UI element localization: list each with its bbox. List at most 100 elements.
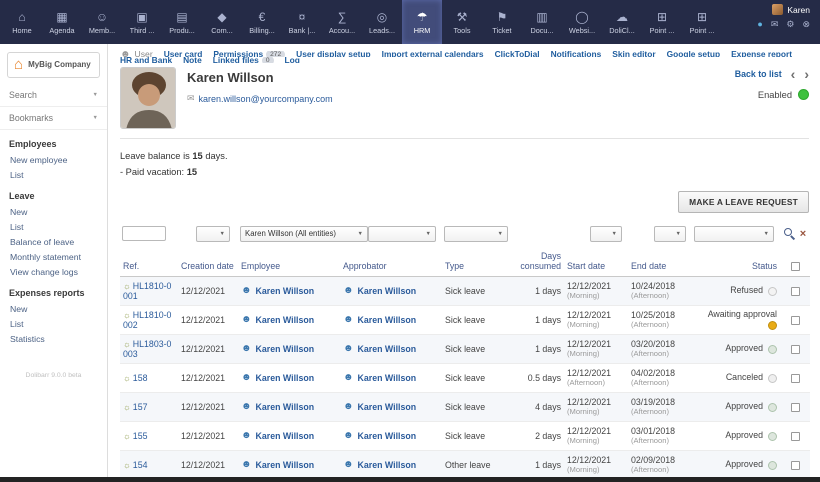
employee-link[interactable]: ☻Karen Willson: [241, 401, 314, 412]
sidebar-item-monthly-statement[interactable]: Monthly statement: [0, 249, 107, 264]
row-checkbox[interactable]: [791, 403, 800, 412]
approbator-link[interactable]: ☻Karen Willson: [343, 430, 416, 441]
employee-link[interactable]: ☻Karen Willson: [241, 343, 314, 354]
filter-row: Karen Willson (All entities) ×: [120, 222, 810, 246]
row-checkbox[interactable]: [791, 374, 800, 383]
col-start-date[interactable]: Start date: [564, 246, 628, 277]
sidebar-item-leave-new[interactable]: New: [0, 204, 107, 219]
message-icon[interactable]: ✉: [771, 19, 779, 30]
employee-link[interactable]: ☻Karen Willson: [241, 372, 314, 383]
sidebar-item-balance-of-leave[interactable]: Balance of leave: [0, 234, 107, 249]
menu-documents[interactable]: ▥Docu...: [522, 0, 562, 44]
col-status[interactable]: Status: [692, 246, 780, 277]
bank-icon: ¤: [299, 11, 306, 24]
employee-link[interactable]: ☻Karen Willson: [241, 285, 314, 296]
menu-agenda[interactable]: ▦Agenda: [42, 0, 82, 44]
logout-icon[interactable]: ⊗: [802, 19, 810, 30]
col-approbator[interactable]: Approbator: [340, 246, 442, 277]
row-checkbox[interactable]: [791, 345, 800, 354]
search-icon[interactable]: [784, 228, 795, 239]
col-ref[interactable]: Ref.: [120, 246, 178, 277]
company-logo[interactable]: ⌂ MyBig Company: [7, 52, 100, 78]
start-date-filter-select[interactable]: [590, 226, 622, 242]
approbator-link[interactable]: ☻Karen Willson: [343, 459, 416, 470]
sidebar-item-expense-statistics[interactable]: Statistics: [0, 331, 107, 346]
ref-link[interactable]: 155: [133, 431, 148, 441]
ref-link[interactable]: 158: [133, 373, 148, 383]
ref-link[interactable]: 154: [133, 460, 148, 470]
logged-user[interactable]: Karen: [772, 4, 810, 15]
menu-thirdparties[interactable]: ▣Third ...: [122, 0, 162, 44]
table-row: ☼HL1803-0003 12/12/2021 ☻Karen Willson ☻…: [120, 334, 810, 363]
employee-link[interactable]: ☻Karen Willson: [241, 314, 314, 325]
select-all-checkbox[interactable]: [791, 262, 800, 271]
col-type[interactable]: Type: [442, 246, 514, 277]
approbator-link[interactable]: ☻Karen Willson: [343, 343, 416, 354]
table-header-row: Ref. Creation date Employee Approbator T…: [120, 246, 810, 277]
user-icon: ☻: [241, 459, 252, 470]
approbator-link[interactable]: ☻Karen Willson: [343, 314, 416, 325]
menu-accountancy[interactable]: ∑Accou...: [322, 0, 362, 44]
approbator-link[interactable]: ☻Karen Willson: [343, 372, 416, 383]
status-filter-select[interactable]: [694, 226, 774, 242]
table-row: ☼157 12/12/2021 ☻Karen Willson ☻Karen Wi…: [120, 392, 810, 421]
menu-bank[interactable]: ¤Bank |...: [282, 0, 322, 44]
notification-icon[interactable]: ●: [757, 19, 762, 30]
status-dot: [768, 403, 777, 412]
menu-ticket[interactable]: ⚑Ticket: [482, 0, 522, 44]
sidebar-bookmarks-toggle[interactable]: Bookmarks: [0, 107, 107, 130]
approbator-filter-select[interactable]: [368, 226, 436, 242]
approbator-link[interactable]: ☻Karen Willson: [343, 285, 416, 296]
menu-leads[interactable]: ◎Leads...: [362, 0, 402, 44]
sidebar-item-expense-new[interactable]: New: [0, 301, 107, 316]
menu-hrm[interactable]: ☂HRM: [402, 0, 442, 44]
employee-link[interactable]: ☻Karen Willson: [241, 459, 314, 470]
row-checkbox[interactable]: [791, 461, 800, 470]
menu-websites[interactable]: ◯Websi...: [562, 0, 602, 44]
employee-filter-select[interactable]: Karen Willson (All entities): [240, 226, 368, 242]
col-days-consumed[interactable]: Days consumed: [514, 246, 564, 277]
user-email[interactable]: ✉karen.willson@yourcompany.com: [187, 93, 333, 104]
col-creation-date[interactable]: Creation date: [178, 246, 238, 277]
menu-pos-1[interactable]: ⊞Point ...: [642, 0, 682, 44]
leave-icon: ☼: [123, 431, 131, 441]
sidebar-item-employee-list[interactable]: List: [0, 167, 107, 182]
hrm-icon: ☂: [417, 11, 428, 24]
sidebar-item-new-employee[interactable]: New employee: [0, 152, 107, 167]
row-checkbox[interactable]: [791, 287, 800, 296]
row-checkbox[interactable]: [791, 316, 800, 325]
menu-products[interactable]: ▤Produ...: [162, 0, 202, 44]
menu-commerce[interactable]: ◆Com...: [202, 0, 242, 44]
sidebar-item-expense-list[interactable]: List: [0, 316, 107, 331]
ref-filter-input[interactable]: [122, 226, 166, 241]
menu-billing[interactable]: €Billing...: [242, 0, 282, 44]
menu-home[interactable]: ⌂Home: [2, 0, 42, 44]
tab-note[interactable]: Note: [183, 57, 202, 63]
menu-tools[interactable]: ⚒Tools: [442, 0, 482, 44]
back-to-list-link[interactable]: Back to list: [735, 69, 782, 79]
settings-icon[interactable]: ⚙: [786, 19, 794, 30]
sidebar-search-toggle[interactable]: Search: [0, 84, 107, 107]
make-leave-request-button[interactable]: MAKE A LEAVE REQUEST: [678, 191, 809, 213]
menu-dolicloud[interactable]: ☁DoliCl...: [602, 0, 642, 44]
tab-linked-files[interactable]: Linked files0: [213, 57, 274, 63]
clear-filters-icon[interactable]: ×: [800, 228, 806, 240]
sidebar-item-leave-list[interactable]: List: [0, 219, 107, 234]
menu-pos-2[interactable]: ⊞Point ...: [682, 0, 722, 44]
creation-date-filter-select[interactable]: [196, 226, 230, 242]
approbator-link[interactable]: ☻Karen Willson: [343, 401, 416, 412]
employee-link[interactable]: ☻Karen Willson: [241, 430, 314, 441]
row-checkbox[interactable]: [791, 432, 800, 441]
tab-hr-and-bank[interactable]: HR and Bank: [120, 57, 172, 63]
tab-log[interactable]: Log: [285, 57, 300, 63]
sidebar-item-view-change-logs[interactable]: View change logs: [0, 264, 107, 279]
menu-members[interactable]: ☺Memb...: [82, 0, 122, 44]
col-employee[interactable]: Employee: [238, 246, 340, 277]
user-photo[interactable]: [120, 67, 176, 129]
type-filter-select[interactable]: [444, 226, 508, 242]
next-record-icon[interactable]: ›: [804, 69, 809, 79]
ref-link[interactable]: 157: [133, 402, 148, 412]
col-end-date[interactable]: End date: [628, 246, 692, 277]
previous-record-icon[interactable]: ‹: [791, 69, 796, 79]
end-date-filter-select[interactable]: [654, 226, 686, 242]
